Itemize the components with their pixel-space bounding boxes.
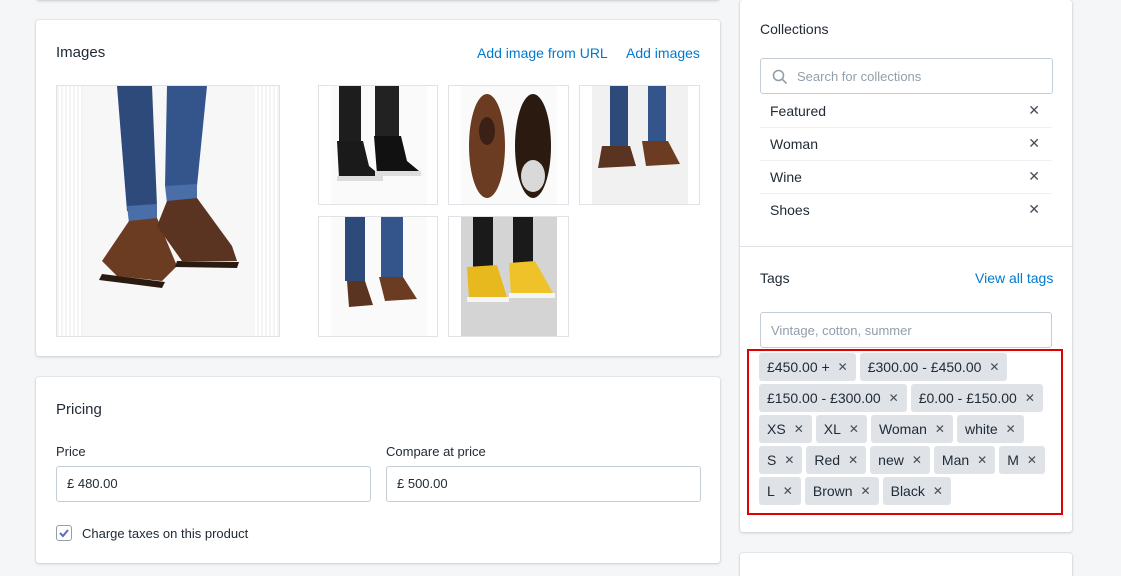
remove-tag-icon[interactable]: ✕ bbox=[1025, 391, 1035, 405]
tag-chip: white ✕ bbox=[956, 415, 1024, 443]
remove-tag-icon[interactable]: ✕ bbox=[784, 453, 794, 467]
tag-chip: Man ✕ bbox=[933, 446, 996, 474]
search-icon bbox=[772, 69, 788, 85]
tag-label: Man bbox=[941, 452, 970, 468]
tag-chip: Red ✕ bbox=[806, 446, 867, 474]
image-thumb-1[interactable] bbox=[318, 85, 438, 205]
collection-item: Woman ✕ bbox=[760, 128, 1052, 161]
remove-tag-icon[interactable]: ✕ bbox=[912, 453, 922, 467]
remove-tag-icon[interactable]: ✕ bbox=[1006, 422, 1016, 436]
section-divider bbox=[740, 246, 1072, 247]
tag-chip: £0.00 - £150.00 ✕ bbox=[910, 384, 1043, 412]
tag-chip: M ✕ bbox=[999, 446, 1045, 474]
collection-item-label: Featured bbox=[770, 103, 827, 119]
add-image-from-url-link[interactable]: Add image from URL bbox=[477, 45, 608, 61]
brown-shoes-jeans-photo-icon bbox=[331, 217, 427, 336]
remove-tag-icon[interactable]: ✕ bbox=[794, 422, 804, 436]
price-input[interactable]: £ 480.00 bbox=[56, 466, 371, 502]
tag-chip: new ✕ bbox=[870, 446, 930, 474]
image-thumb-3[interactable] bbox=[579, 85, 700, 205]
remove-tag-icon[interactable]: ✕ bbox=[935, 422, 945, 436]
charge-taxes-label: Charge taxes on this product bbox=[82, 526, 249, 541]
tag-label: M bbox=[1007, 452, 1019, 468]
tag-label: S bbox=[767, 452, 777, 468]
tag-label: £450.00 + bbox=[767, 359, 830, 375]
image-thumb-4[interactable] bbox=[318, 216, 438, 337]
remove-tag-icon[interactable]: ✕ bbox=[838, 360, 848, 374]
remove-collection-icon[interactable]: ✕ bbox=[1028, 135, 1040, 152]
tag-label: Woman bbox=[878, 421, 927, 437]
featured-image[interactable] bbox=[56, 85, 280, 337]
collection-item-label: Woman bbox=[770, 136, 818, 152]
tags-list: £450.00 + ✕ £300.00 - £450.00 ✕ £150.00 - … bbox=[755, 353, 1059, 505]
tag-label: Brown bbox=[812, 483, 853, 499]
remove-collection-icon[interactable]: ✕ bbox=[1028, 201, 1040, 218]
tags-input-placeholder: Vintage, cotton, summer bbox=[771, 323, 912, 338]
tag-chip: Black ✕ bbox=[882, 477, 951, 505]
brown-shoes-side-photo-icon bbox=[592, 86, 688, 204]
yellow-sneakers-photo-icon bbox=[461, 217, 557, 336]
tag-label: £0.00 - £150.00 bbox=[918, 390, 1017, 406]
tag-chip: Woman ✕ bbox=[870, 415, 953, 443]
remove-collection-icon[interactable]: ✕ bbox=[1028, 102, 1040, 119]
remove-tag-icon[interactable]: ✕ bbox=[1027, 453, 1037, 467]
tag-label: XS bbox=[767, 421, 786, 437]
tag-chip: £300.00 - £450.00 ✕ bbox=[859, 353, 1008, 381]
collections-title: Collections bbox=[760, 21, 829, 37]
image-thumb-5[interactable] bbox=[448, 216, 569, 337]
tag-chip: XL ✕ bbox=[815, 415, 867, 443]
remove-tag-icon[interactable]: ✕ bbox=[989, 360, 999, 374]
collections-search-placeholder: Search for collections bbox=[797, 69, 922, 84]
remove-tag-icon[interactable]: ✕ bbox=[977, 453, 987, 467]
tag-chip: L ✕ bbox=[759, 477, 801, 505]
tags-title: Tags bbox=[760, 270, 790, 286]
remove-tag-icon[interactable]: ✕ bbox=[848, 453, 858, 467]
tag-label: new bbox=[878, 452, 904, 468]
tag-label: Red bbox=[814, 452, 841, 468]
charge-taxes-checkbox[interactable] bbox=[56, 525, 72, 541]
tag-label: L bbox=[767, 483, 775, 499]
tag-chip: £450.00 + ✕ bbox=[759, 353, 856, 381]
price-label: Price bbox=[56, 444, 86, 459]
collection-item-label: Wine bbox=[770, 169, 802, 185]
pricing-title: Pricing bbox=[56, 401, 102, 418]
remove-tag-icon[interactable]: ✕ bbox=[861, 484, 871, 498]
checkmark-icon bbox=[59, 529, 69, 538]
black-sneakers-photo-icon bbox=[331, 86, 427, 204]
tag-label: £150.00 - £300.00 bbox=[767, 390, 881, 406]
collection-item-label: Shoes bbox=[770, 202, 810, 218]
remove-tag-icon[interactable]: ✕ bbox=[889, 391, 899, 405]
remove-tag-icon[interactable]: ✕ bbox=[933, 484, 943, 498]
compare-at-price-label: Compare at price bbox=[386, 444, 486, 459]
brown-shoes-photo-icon bbox=[83, 86, 255, 336]
remove-collection-icon[interactable]: ✕ bbox=[1028, 168, 1040, 185]
collection-item: Shoes ✕ bbox=[760, 194, 1052, 227]
images-card: Images Add image from URL Add images bbox=[36, 20, 720, 356]
tag-label: XL bbox=[823, 421, 841, 437]
remove-tag-icon[interactable]: ✕ bbox=[783, 484, 793, 498]
tag-chip: £150.00 - £300.00 ✕ bbox=[759, 384, 907, 412]
tag-label: white bbox=[964, 421, 998, 437]
tag-label: Black bbox=[890, 483, 925, 499]
tag-chip: S ✕ bbox=[759, 446, 803, 474]
brown-shoes-pair-photo-icon bbox=[461, 86, 557, 204]
collections-search-input[interactable]: Search for collections bbox=[760, 58, 1053, 94]
remove-tag-icon[interactable]: ✕ bbox=[849, 422, 859, 436]
images-title: Images bbox=[56, 44, 106, 61]
next-side-card-edge bbox=[740, 553, 1072, 576]
image-thumb-2[interactable] bbox=[448, 85, 569, 205]
collection-item: Wine ✕ bbox=[760, 161, 1052, 194]
view-all-tags-link[interactable]: View all tags bbox=[975, 270, 1053, 286]
collection-item: Featured ✕ bbox=[760, 95, 1052, 128]
tag-chip: Brown ✕ bbox=[804, 477, 879, 505]
tags-input[interactable]: Vintage, cotton, summer bbox=[760, 312, 1052, 348]
add-images-link[interactable]: Add images bbox=[626, 45, 700, 61]
tag-label: £300.00 - £450.00 bbox=[867, 359, 982, 375]
tag-chip: XS ✕ bbox=[759, 415, 812, 443]
pricing-card: Pricing Price £ 480.00 Compare at price … bbox=[36, 377, 720, 563]
compare-at-price-input[interactable]: £ 500.00 bbox=[386, 466, 701, 502]
